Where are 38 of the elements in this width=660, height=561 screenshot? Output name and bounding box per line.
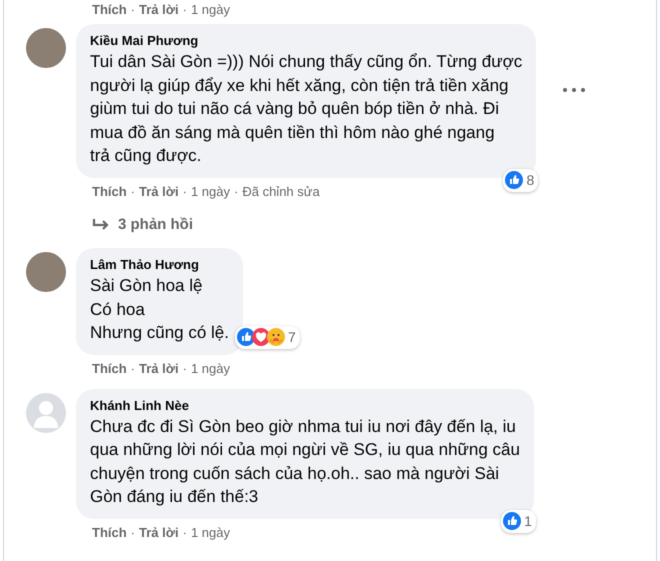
separator-dot: · [182,524,187,540]
timestamp-text: 1 ngày [190,524,230,540]
action-link[interactable]: Thích [92,524,127,540]
action-link[interactable]: Trả lời [139,524,179,540]
timestamp-text: Đã chỉnh sửa [242,184,320,200]
separator-dot: · [182,2,187,18]
separator-dot: · [234,184,238,200]
hugging-face-icon [267,328,285,346]
comment-text: Tui dân Sài Gòn =))) Nói chung thấy cũng ổn. Từng được người lạ giúp đẩy xe khi hết xăng, còn tiện trả tiền xăng giùm tui do tui não cá vàng bỏ quên bóp tiền ở nhà. Đi mua đồ ăn sáng mà quên tiền thì hôm nào ghé ngang trả cũng được. [90,51,522,167]
comment-text: Chưa đc đi Sì Gòn beo giờ nhma tui iu nơi đây đến lạ, iu qua những lời nói của mọi ngừi về SG, iu qua những câu chuyện trong cuốn sách của họ.oh.. sao mà người Sài Gòn đáng iu đến thế:3 [90,416,520,508]
author-name: Khánh Linh Nèe [90,396,190,414]
reaction-count: 1 [524,512,532,530]
separator-dot: · [130,2,136,18]
separator-dot: · [130,184,136,200]
action-link[interactable]: Thích [92,360,127,376]
separator-dot: · [130,360,136,376]
timestamp-text: 1 ngày [190,360,230,376]
replies-link[interactable]: 3 phản hồi [118,214,193,236]
action-link[interactable]: Thích [92,184,127,200]
action-link[interactable]: Trả lời [139,184,179,200]
timestamp-text: 1 ngày [190,2,230,18]
reaction-count: 8 [526,170,534,190]
more-options-icon[interactable] [562,86,586,94]
timestamp-text: 1 ngày [190,184,230,200]
reaction-count: 7 [288,328,296,346]
action-link[interactable]: Trả lời [139,2,179,18]
reply-arrow-icon [92,218,110,232]
author-name: Kiều Mai Phương [90,32,200,50]
photo-placeholder [26,28,66,68]
avatar-silhouette [26,392,66,432]
author-name: Lâm Thảo Hương [90,256,200,274]
photo-placeholder [26,252,66,292]
separator-dot: · [182,184,187,200]
separator-dot: · [130,524,136,540]
separator-dot: · [182,360,187,376]
action-link[interactable]: Thích [92,2,127,18]
comment-text: Sài Gòn hoa lệ Có hoa Nhưng cũng có lệ. [90,275,229,344]
action-link[interactable]: Trả lời [139,360,179,376]
